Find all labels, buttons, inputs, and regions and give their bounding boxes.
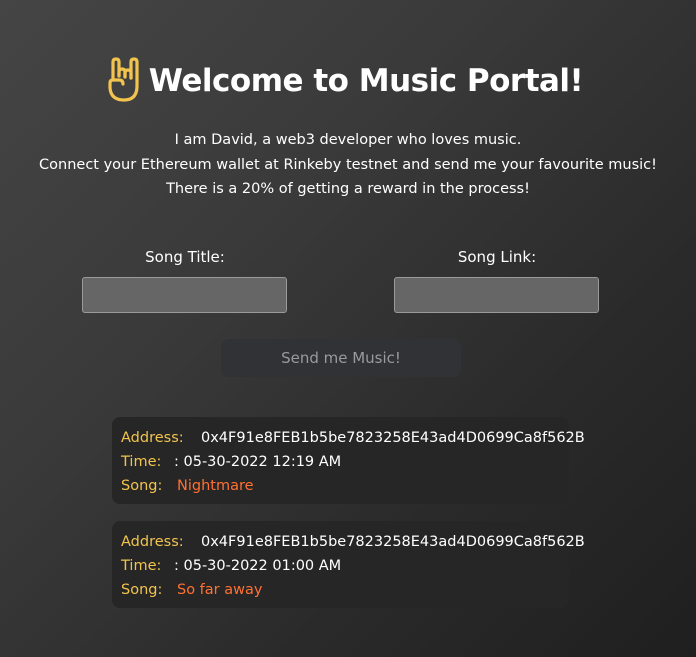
time-label: Time: (121, 558, 162, 574)
song-row: Song: So far away (121, 578, 569, 602)
time-value: : 05-30-2022 12:19 AM (174, 454, 342, 470)
page-title: Welcome to Music Portal! (148, 63, 584, 99)
song-label: Song: (121, 478, 163, 494)
message-card: Address: 0x4F91e8FEB1b5be7823258E43ad4D0… (112, 417, 585, 504)
song-label: Song: (121, 582, 163, 598)
time-row: Time: : 05-30-2022 12:19 AM (121, 450, 569, 474)
rock-hand-icon (108, 57, 139, 102)
song-link-label: Song Link: (457, 248, 537, 266)
intro-line: Connect your Ethereum wallet at Rinkeby … (39, 156, 657, 173)
address-label: Address: (121, 430, 184, 446)
song-value: Nightmare (177, 478, 254, 494)
message-card: Address: 0x4F91e8FEB1b5be7823258E43ad4D0… (112, 521, 585, 608)
song-value: So far away (177, 582, 263, 598)
address-row: Address: 0x4F91e8FEB1b5be7823258E43ad4D0… (121, 426, 585, 450)
address-value: 0x4F91e8FEB1b5be7823258E43ad4D0699Ca8f56… (201, 430, 585, 446)
time-label: Time: (121, 454, 162, 470)
song-row: Song: Nightmare (121, 474, 569, 498)
intro-line: I am David, a web3 developer who loves m… (174, 132, 522, 148)
address-label: Address: (121, 534, 184, 550)
song-title-input[interactable] (82, 277, 287, 313)
time-value: : 05-30-2022 01:00 AM (174, 558, 342, 574)
intro-line: There is a 20% of getting a reward in th… (166, 181, 530, 197)
address-value: 0x4F91e8FEB1b5be7823258E43ad4D0699Ca8f56… (201, 534, 585, 550)
song-title-label: Song Title: (145, 248, 225, 266)
song-link-input[interactable] (394, 277, 599, 313)
time-row: Time: : 05-30-2022 01:00 AM (121, 554, 569, 578)
address-row: Address: 0x4F91e8FEB1b5be7823258E43ad4D0… (121, 530, 585, 554)
send-music-button[interactable]: Send me Music! (221, 339, 461, 377)
intro-text: I am David, a web3 developer who loves m… (0, 128, 696, 202)
page-header: Welcome to Music Portal! (0, 56, 696, 106)
